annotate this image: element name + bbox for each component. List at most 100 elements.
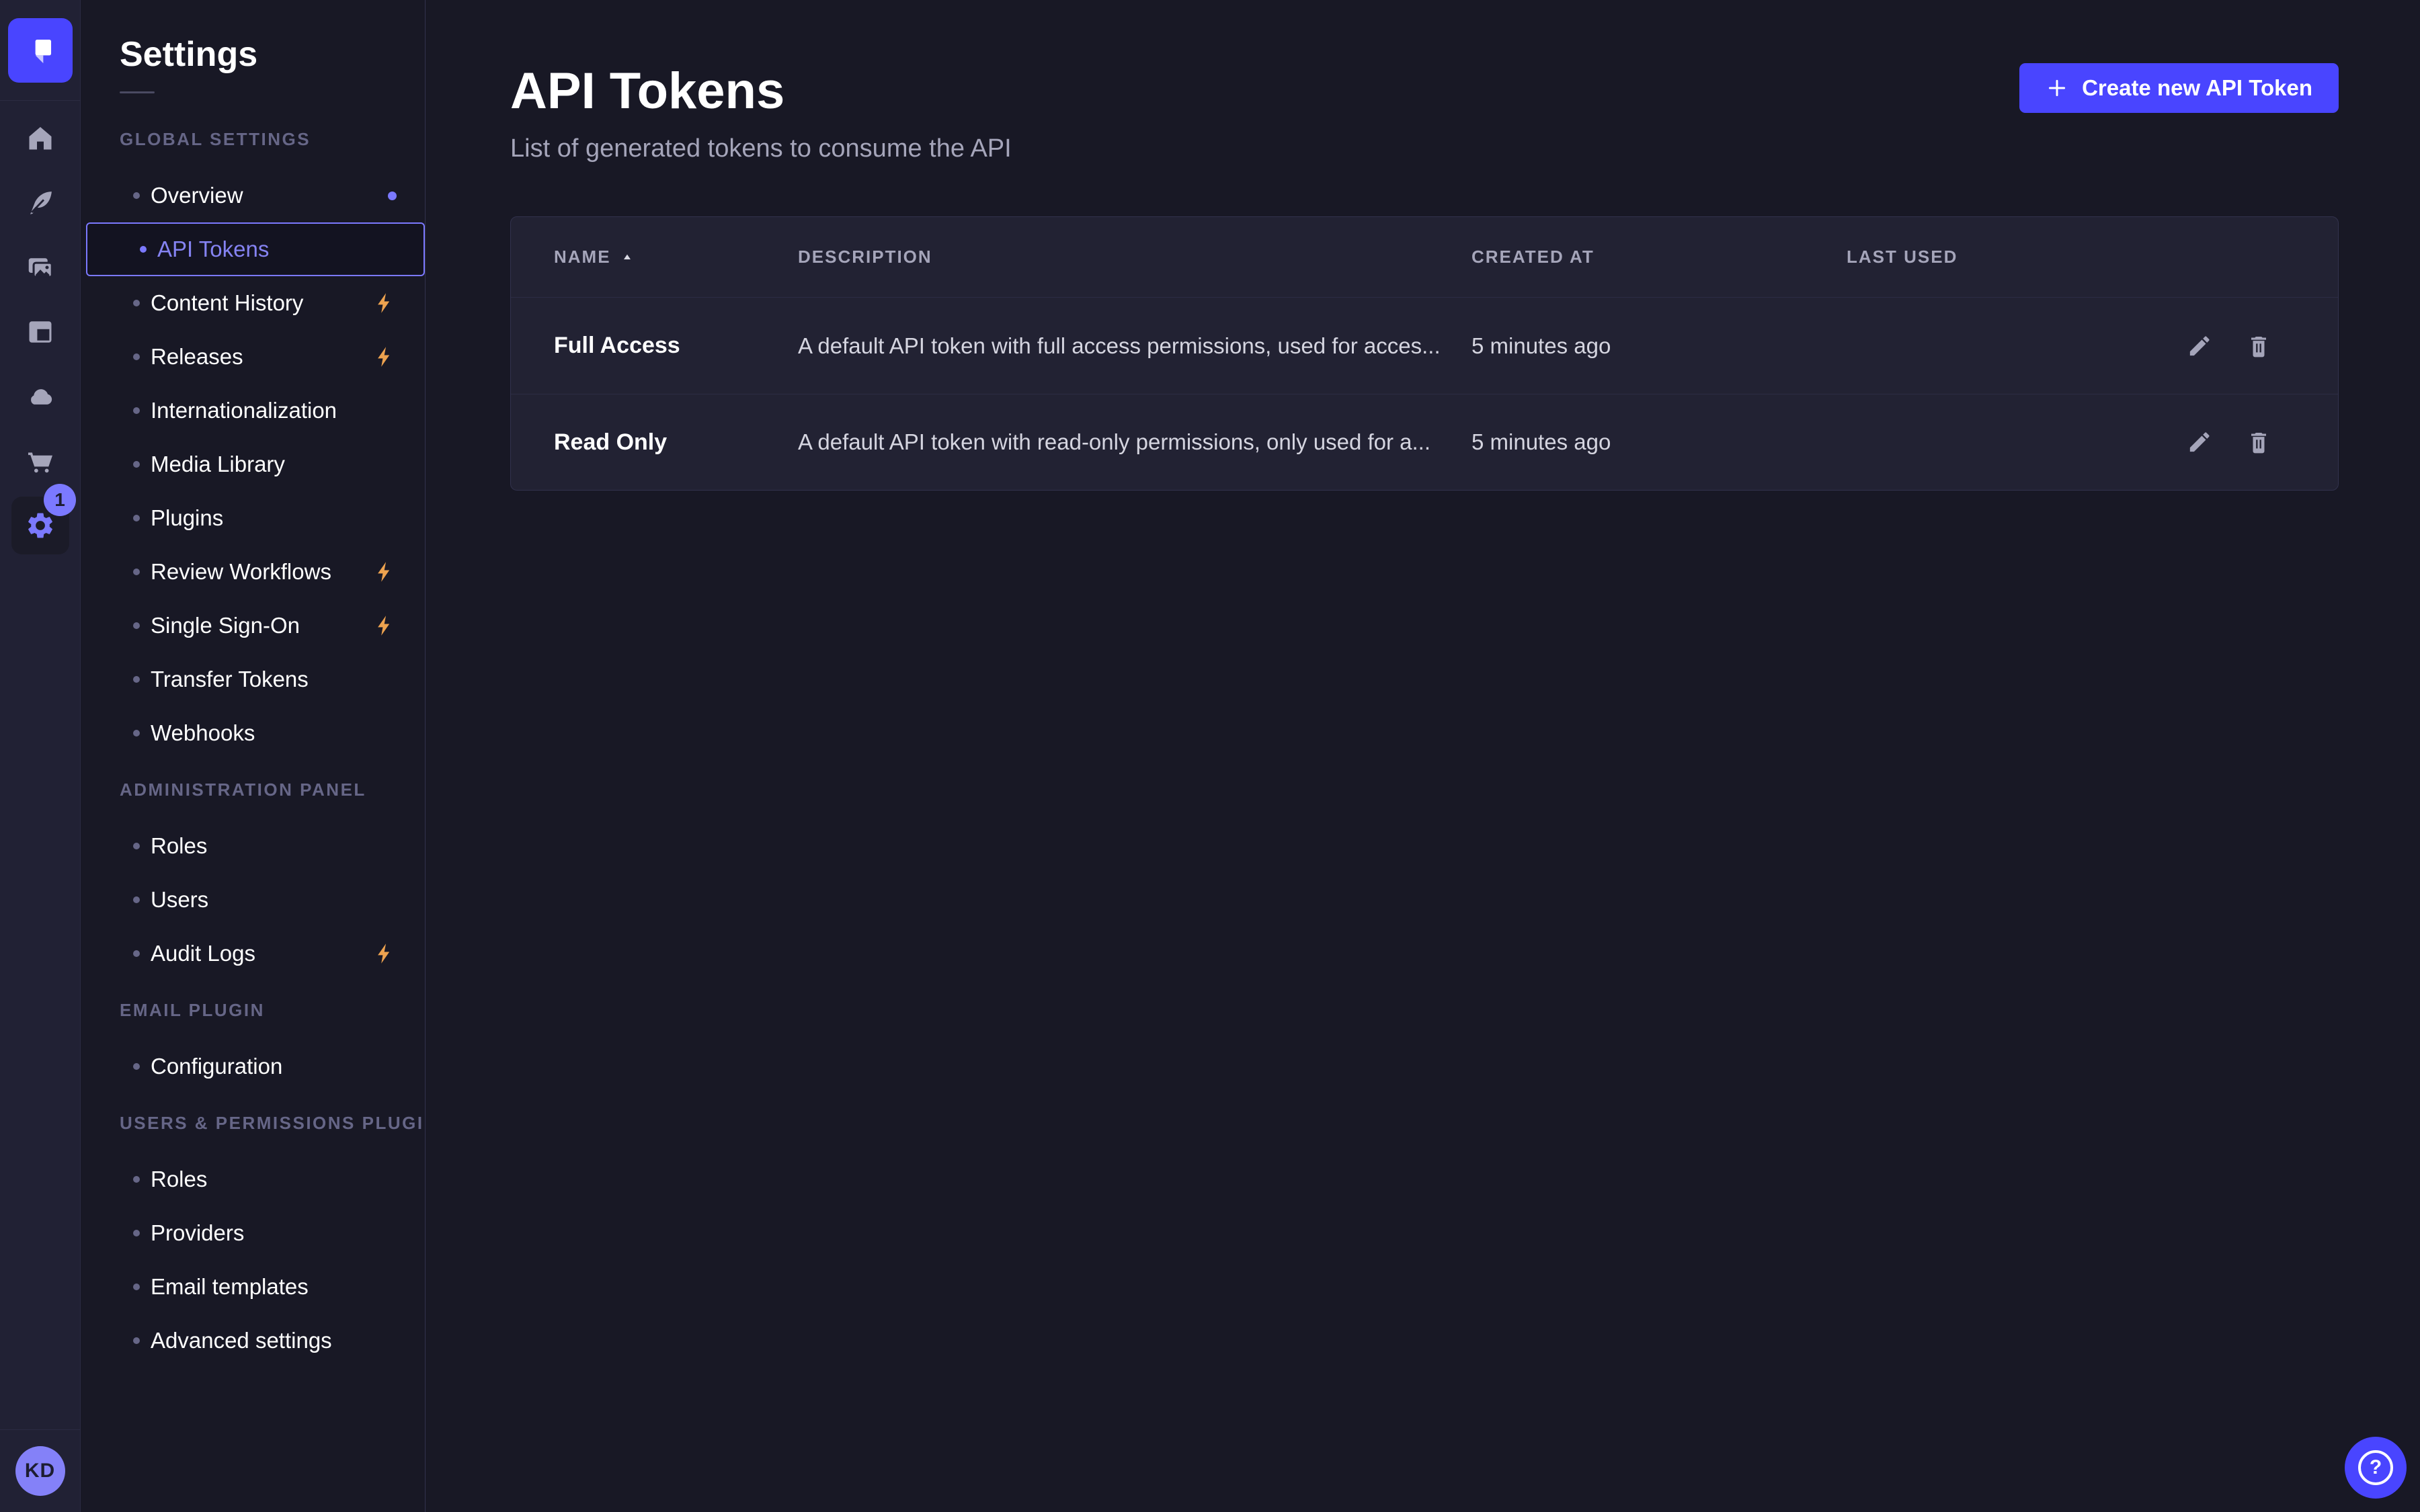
subnav-entry[interactable]: Users: [81, 873, 425, 927]
column-header-created-at[interactable]: CREATED AT: [1471, 247, 1847, 267]
trash-icon: [2245, 429, 2272, 456]
subnav-entries: GLOBAL SETTINGS Overview: [81, 110, 425, 1368]
bullet-icon: [133, 569, 140, 575]
home-nav-button[interactable]: [0, 106, 80, 171]
row-actions: [2150, 427, 2306, 457]
cloud-nav-button[interactable]: [0, 364, 80, 429]
subnav-entry[interactable]: Providers: [81, 1206, 425, 1260]
bullet-icon: [133, 1176, 140, 1183]
cart-icon: [25, 446, 56, 476]
table-row[interactable]: Full Access A default API token with ful…: [511, 298, 2338, 394]
lightning-icon: [372, 614, 397, 638]
lightning-icon: [372, 560, 397, 584]
subnav-entry-label: Media Library: [151, 452, 285, 477]
bullet-icon: [133, 461, 140, 468]
subnav-entry-label: Content History: [151, 290, 303, 316]
trash-icon: [2245, 333, 2272, 360]
edit-token-button[interactable]: [2185, 331, 2214, 361]
token-name-cell: Read Only: [554, 429, 798, 456]
subnav-entry[interactable]: Email templates: [81, 1260, 425, 1314]
lightning-icon: [372, 345, 397, 369]
avatar[interactable]: KD: [15, 1446, 65, 1496]
delete-token-button[interactable]: [2244, 331, 2273, 361]
media-library-icon: [25, 252, 56, 283]
bullet-icon: [133, 950, 140, 957]
subnav-entry[interactable]: Roles: [81, 819, 425, 873]
content-manager-nav-button[interactable]: [0, 171, 80, 235]
subnav-entry[interactable]: Overview: [81, 169, 425, 222]
token-description-cell: A default API token with full access per…: [798, 333, 1471, 359]
table-header-row: NAME DESCRIPTION CREATED AT LAST USED: [511, 217, 2338, 298]
subnav-entry-label: Single Sign-On: [151, 613, 300, 638]
pencil-icon: [2186, 333, 2213, 360]
gear-icon: [25, 510, 56, 541]
subnav-section-label: USERS & PERMISSIONS PLUGIN: [81, 1093, 425, 1152]
page-subtitle: List of generated tokens to consume the …: [510, 132, 2339, 165]
create-api-token-button[interactable]: Create new API Token: [2019, 63, 2339, 113]
subnav-entry[interactable]: Review Workflows: [81, 545, 425, 599]
row-actions: [2150, 331, 2306, 361]
subnav-entry[interactable]: Transfer Tokens: [81, 653, 425, 706]
subnav-entry[interactable]: API Tokens: [86, 222, 425, 276]
subnav-title: Settings: [120, 34, 425, 75]
subnav-entry[interactable]: Audit Logs: [81, 927, 425, 980]
plus-icon: [2046, 77, 2068, 99]
bullet-icon: [133, 1063, 140, 1070]
api-tokens-table: NAME DESCRIPTION CREATED AT LAST USED Fu…: [510, 216, 2339, 491]
subnav-entry-label: EMAIL PLUGIN: [120, 1000, 265, 1021]
bullet-icon: [133, 622, 140, 629]
subnav-entry-label: Plugins: [151, 505, 223, 531]
subnav-entry-label: Releases: [151, 344, 243, 370]
bullet-icon: [133, 353, 140, 360]
question-mark-icon: ?: [2358, 1450, 2393, 1485]
bullet-icon: [133, 843, 140, 849]
table-row[interactable]: Read Only A default API token with read-…: [511, 394, 2338, 490]
media-library-nav-button[interactable]: [0, 235, 80, 300]
delete-token-button[interactable]: [2244, 427, 2273, 457]
strapi-logo[interactable]: [8, 18, 73, 83]
subnav-entry[interactable]: Roles: [81, 1152, 425, 1206]
title-divider: [120, 91, 155, 93]
subnav-entry-label: Email templates: [151, 1274, 309, 1300]
settings-nav-button[interactable]: 1: [0, 493, 80, 558]
help-button[interactable]: ?: [2345, 1437, 2407, 1499]
layout-icon: [25, 317, 56, 347]
cloud-icon: [25, 381, 56, 412]
column-header-name-label: NAME: [554, 247, 611, 267]
app-root: 1 KD Settings GLOBAL SETTINGS: [0, 0, 2420, 1512]
rail-user-block: KD: [0, 1429, 80, 1512]
subnav-entry[interactable]: Advanced settings: [81, 1314, 425, 1368]
subnav-entry-label: Advanced settings: [151, 1328, 332, 1353]
bullet-icon: [133, 730, 140, 737]
column-header-last-used[interactable]: LAST USED: [1847, 247, 2150, 267]
home-icon: [25, 123, 56, 154]
bullet-icon: [133, 676, 140, 683]
bullet-icon: [133, 515, 140, 521]
notification-dot-icon: [388, 192, 397, 200]
column-header-name[interactable]: NAME: [554, 247, 798, 267]
subnav-entry[interactable]: Single Sign-On: [81, 599, 425, 653]
subnav-entry[interactable]: Content History: [81, 276, 425, 330]
subnav-entry[interactable]: Plugins: [81, 491, 425, 545]
main-content: API Tokens List of generated tokens to c…: [426, 0, 2420, 1512]
token-created-at-cell: 5 minutes ago: [1471, 429, 1847, 455]
subnav-entry[interactable]: Media Library: [81, 437, 425, 491]
marketplace-nav-button[interactable]: [0, 429, 80, 493]
subnav-entry-label: USERS & PERMISSIONS PLUGIN: [120, 1113, 426, 1134]
sort-ascending-icon: [619, 249, 635, 265]
edit-token-button[interactable]: [2185, 427, 2214, 457]
token-description-cell: A default API token with read-only permi…: [798, 429, 1471, 455]
column-header-description[interactable]: DESCRIPTION: [798, 247, 1471, 267]
subnav-entry[interactable]: Webhooks: [81, 706, 425, 760]
subnav-section-label: GLOBAL SETTINGS: [81, 110, 425, 169]
subnav-entry-label: Providers: [151, 1220, 244, 1246]
subnav-entry-label: Roles: [151, 1167, 207, 1192]
token-created-at-cell: 5 minutes ago: [1471, 333, 1847, 359]
bullet-icon: [133, 1230, 140, 1236]
subnav-entry[interactable]: Releases: [81, 330, 425, 384]
subnav-entry[interactable]: Configuration: [81, 1040, 425, 1093]
bullet-icon: [140, 246, 147, 253]
subnav-entry[interactable]: Internationalization: [81, 384, 425, 437]
lightning-icon: [372, 291, 397, 315]
content-type-builder-nav-button[interactable]: [0, 300, 80, 364]
